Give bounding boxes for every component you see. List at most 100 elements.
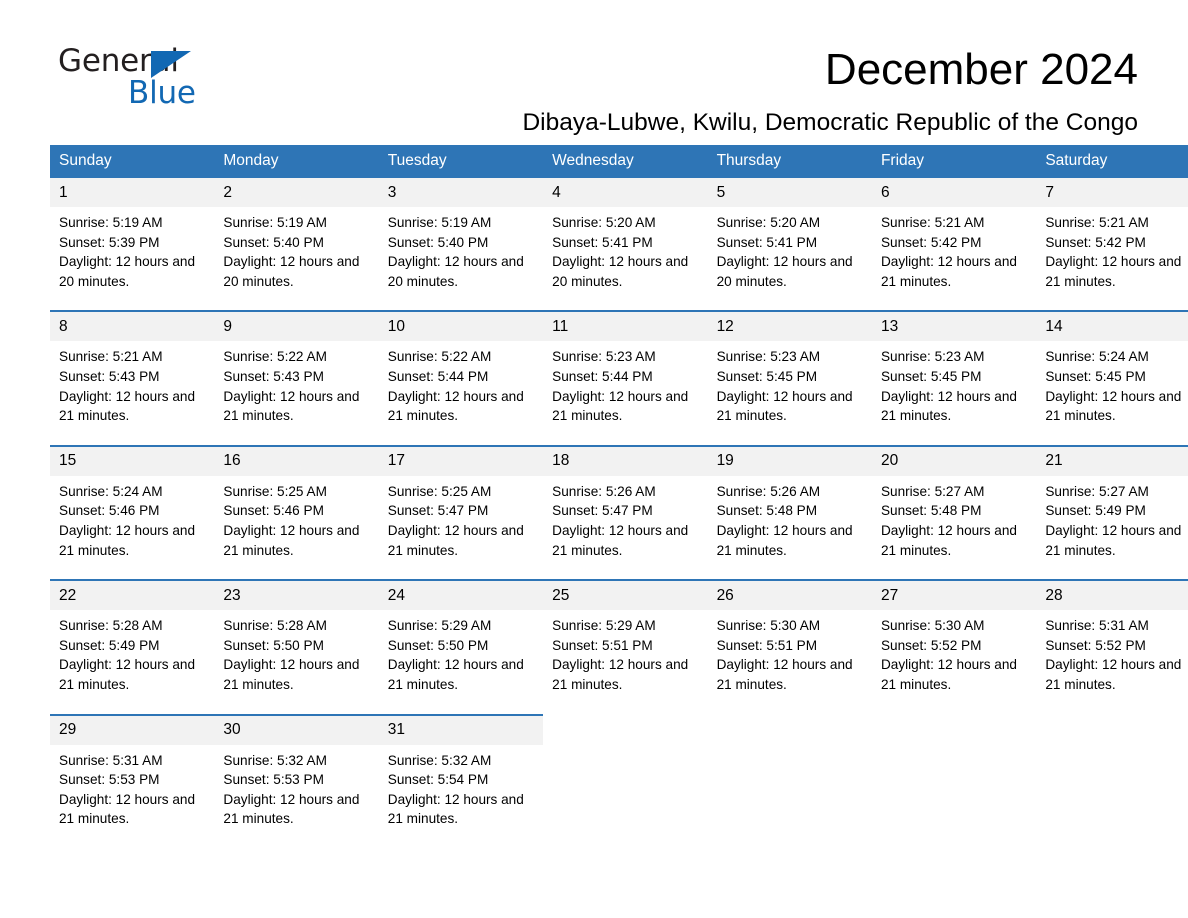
sunrise-text: Sunrise: 5:24 AM xyxy=(1045,349,1149,365)
daylight-text: Daylight: 12 hours and 21 minutes. xyxy=(716,522,853,558)
day-detail-cell: Sunrise: 5:27 AM Sunset: 5:48 PM Daylight:… xyxy=(871,475,1037,581)
daylight-text: Daylight: 12 hours and 21 minutes. xyxy=(1045,657,1182,692)
empty-detail-cell xyxy=(871,744,1037,848)
sunrise-sunset-calendar: Sunday Monday Tuesday Wednesday Thursday… xyxy=(50,145,1188,848)
daylight-text: Daylight: 12 hours and 20 minutes. xyxy=(387,254,524,289)
sunset-text: Sunset: 5:43 PM xyxy=(59,368,160,384)
day-number-cell[interactable]: 11 xyxy=(543,310,708,342)
daylight-text: Daylight: 12 hours and 21 minutes. xyxy=(716,388,853,424)
day-number-cell[interactable]: 15 xyxy=(50,444,215,476)
week-detail-row: Sunrise: 5:24 AM Sunset: 5:46 PM Daylight:… xyxy=(50,475,1188,581)
sunset-text: Sunset: 5:53 PM xyxy=(223,772,324,788)
daylight-text: Daylight: 12 hours and 21 minutes. xyxy=(552,388,689,424)
day-detail-cell: Sunrise: 5:21 AM Sunset: 5:42 PM Daylight:… xyxy=(1036,207,1188,312)
daylight-text: Daylight: 12 hours and 21 minutes. xyxy=(59,522,196,558)
empty-day-cell xyxy=(543,714,708,745)
day-number-cell[interactable]: 28 xyxy=(1036,579,1188,611)
day-number-cell[interactable]: 6 xyxy=(871,178,1037,207)
day-number-cell[interactable]: 7 xyxy=(1036,178,1188,207)
day-number-cell[interactable]: 17 xyxy=(378,444,544,476)
week-detail-row: Sunrise: 5:28 AM Sunset: 5:49 PM Daylight:… xyxy=(50,610,1188,715)
sunset-text: Sunset: 5:50 PM xyxy=(387,637,489,653)
sunrise-text: Sunrise: 5:32 AM xyxy=(387,752,492,768)
day-number-cell[interactable]: 3 xyxy=(378,178,544,207)
day-number-cell[interactable]: 2 xyxy=(214,178,379,207)
calendar-body: 1 2 3 4 5 6 7 Sunrise: 5:19 AM Sunset: 5:39 PM Da… xyxy=(50,178,1188,848)
day-number-cell[interactable]: 16 xyxy=(214,444,379,476)
day-number-cell[interactable]: 31 xyxy=(378,713,544,745)
daylight-text: Daylight: 12 hours and 21 minutes. xyxy=(59,657,196,692)
daylight-text: Daylight: 12 hours and 21 minutes. xyxy=(716,657,853,692)
day-number-cell[interactable]: 27 xyxy=(871,579,1037,611)
day-number-cell[interactable]: 25 xyxy=(543,579,708,611)
sunrise-text: Sunrise: 5:24 AM xyxy=(59,483,163,499)
sunrise-text: Sunrise: 5:22 AM xyxy=(387,349,492,365)
day-detail-cell: Sunrise: 5:19 AM Sunset: 5:40 PM Daylight:… xyxy=(214,207,379,312)
day-number-cell[interactable]: 4 xyxy=(543,178,708,207)
day-number-cell[interactable]: 14 xyxy=(1036,310,1188,342)
empty-detail-cell xyxy=(1036,744,1188,848)
sunrise-text: Sunrise: 5:23 AM xyxy=(716,349,821,365)
day-detail-cell: Sunrise: 5:29 AM Sunset: 5:51 PM Daylight:… xyxy=(543,610,708,715)
page-header: General Blue December 2024 Dibaya-Lubwe,… xyxy=(50,0,1138,135)
daylight-text: Daylight: 12 hours and 21 minutes. xyxy=(552,522,689,558)
daylight-text: Daylight: 12 hours and 21 minutes. xyxy=(387,388,524,424)
sunset-text: Sunset: 5:48 PM xyxy=(880,503,982,519)
day-number-cell[interactable]: 18 xyxy=(543,444,708,476)
day-detail-cell: Sunrise: 5:27 AM Sunset: 5:49 PM Daylight:… xyxy=(1036,475,1188,581)
weekday-header-monday: Monday xyxy=(214,145,379,178)
sunrise-text: Sunrise: 5:31 AM xyxy=(1045,618,1149,634)
weekday-header-thursday: Thursday xyxy=(707,145,872,178)
day-detail-cell: Sunrise: 5:29 AM Sunset: 5:50 PM Daylight:… xyxy=(378,610,544,715)
day-number-cell[interactable]: 22 xyxy=(50,579,215,611)
day-number-cell[interactable]: 23 xyxy=(214,579,379,611)
day-number-cell[interactable]: 1 xyxy=(50,178,215,207)
empty-day-cell xyxy=(707,714,872,745)
sunrise-text: Sunrise: 5:27 AM xyxy=(880,483,985,499)
sunrise-text: Sunrise: 5:32 AM xyxy=(223,752,327,768)
empty-day-cell xyxy=(871,714,1037,745)
daylight-text: Daylight: 12 hours and 21 minutes. xyxy=(387,522,524,558)
day-number-cell[interactable]: 13 xyxy=(871,310,1037,342)
day-number-cell[interactable]: 10 xyxy=(378,310,544,342)
daylight-text: Daylight: 12 hours and 21 minutes. xyxy=(880,657,1017,692)
day-number-cell[interactable]: 12 xyxy=(707,310,872,342)
week-detail-row: Sunrise: 5:21 AM Sunset: 5:43 PM Daylight:… xyxy=(50,341,1188,446)
sunrise-text: Sunrise: 5:25 AM xyxy=(387,483,492,499)
sunset-text: Sunset: 5:51 PM xyxy=(716,637,818,653)
sunset-text: Sunset: 5:50 PM xyxy=(223,637,324,653)
sunrise-text: Sunrise: 5:25 AM xyxy=(223,483,327,499)
sunrise-text: Sunrise: 5:26 AM xyxy=(552,483,656,499)
day-detail-cell: Sunrise: 5:19 AM Sunset: 5:39 PM Daylight:… xyxy=(50,207,215,312)
sunset-text: Sunset: 5:42 PM xyxy=(880,234,982,250)
sunrise-text: Sunrise: 5:19 AM xyxy=(223,215,327,230)
day-number-cell[interactable]: 19 xyxy=(707,444,872,476)
sunset-text: Sunset: 5:41 PM xyxy=(552,234,653,250)
day-number-cell[interactable]: 21 xyxy=(1036,444,1188,476)
week-date-row: 22 23 24 25 26 27 28 xyxy=(50,579,1188,611)
sunset-text: Sunset: 5:54 PM xyxy=(387,772,489,788)
daylight-text: Daylight: 12 hours and 21 minutes. xyxy=(387,657,524,692)
day-detail-cell: Sunrise: 5:23 AM Sunset: 5:45 PM Daylight:… xyxy=(871,341,1037,446)
triangle-icon xyxy=(151,51,191,78)
day-number-cell[interactable]: 24 xyxy=(378,579,544,611)
week-date-row: 15 16 17 18 19 20 21 xyxy=(50,444,1188,476)
daylight-text: Daylight: 12 hours and 21 minutes. xyxy=(223,388,360,424)
day-detail-cell: Sunrise: 5:30 AM Sunset: 5:51 PM Daylight:… xyxy=(707,610,872,715)
day-detail-cell: Sunrise: 5:21 AM Sunset: 5:42 PM Daylight:… xyxy=(871,207,1037,312)
sunset-text: Sunset: 5:44 PM xyxy=(387,368,489,384)
day-number-cell[interactable]: 26 xyxy=(707,579,872,611)
day-number-cell[interactable]: 8 xyxy=(50,310,215,342)
sunrise-text: Sunrise: 5:23 AM xyxy=(880,349,985,365)
daylight-text: Daylight: 12 hours and 20 minutes. xyxy=(716,254,853,289)
day-number-cell[interactable]: 5 xyxy=(707,178,872,207)
day-number-cell[interactable]: 9 xyxy=(214,310,379,342)
sunset-text: Sunset: 5:45 PM xyxy=(1045,368,1146,384)
day-number-cell[interactable]: 20 xyxy=(871,444,1037,476)
sunset-text: Sunset: 5:46 PM xyxy=(223,503,324,519)
day-detail-cell: Sunrise: 5:26 AM Sunset: 5:48 PM Daylight:… xyxy=(707,475,872,581)
day-number-cell[interactable]: 29 xyxy=(50,713,215,745)
day-number-cell[interactable]: 30 xyxy=(214,713,379,745)
sunrise-text: Sunrise: 5:21 AM xyxy=(1045,215,1149,230)
sunrise-text: Sunrise: 5:21 AM xyxy=(880,215,985,230)
